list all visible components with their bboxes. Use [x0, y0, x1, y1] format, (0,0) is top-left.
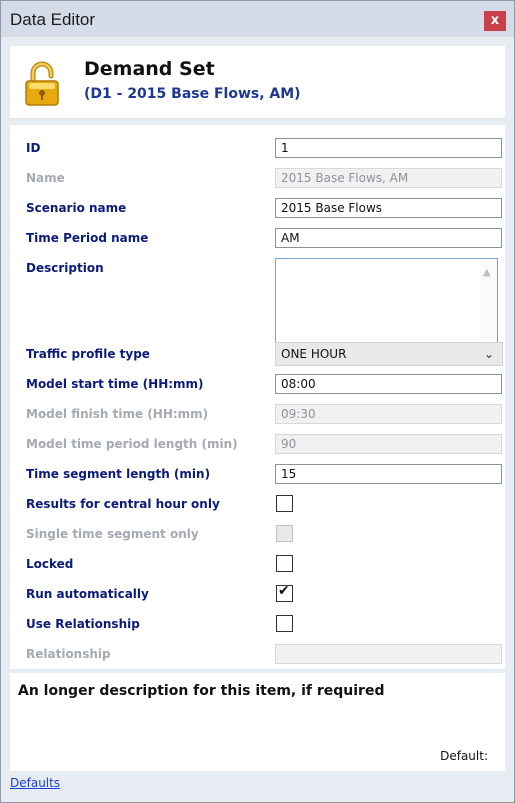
time-period-name-field[interactable]: AM — [275, 228, 502, 248]
model-start-time-field[interactable]: 08:00 — [275, 374, 502, 394]
window-title: Data Editor — [10, 10, 96, 29]
property-grid: ID 1 Name 2015 Base Flows, AM Scenario n… — [10, 125, 505, 669]
chevron-down-icon[interactable]: ⌄ — [484, 343, 494, 365]
id-label: ID — [26, 141, 41, 155]
time-segment-length-field[interactable]: 15 — [275, 464, 502, 484]
model-finish-time-field: 09:30 — [275, 404, 502, 424]
header-subtitle: (D1 - 2015 Base Flows, AM) — [84, 86, 301, 102]
use-relationship-label: Use Relationship — [26, 617, 140, 631]
relationship-field — [275, 644, 502, 664]
traffic-profile-type-value: ONE HOUR — [281, 347, 347, 361]
traffic-profile-type-label: Traffic profile type — [26, 347, 150, 361]
use-relationship-checkbox[interactable] — [276, 615, 293, 632]
model-start-time-label: Model start time (HH:mm) — [26, 377, 204, 391]
description-panel: An longer description for this item, if … — [10, 673, 505, 771]
model-finish-time-label: Model finish time (HH:mm) — [26, 407, 209, 421]
row-relationship: Relationship — [10, 639, 505, 669]
row-traffic-profile-type: Traffic profile type ONE HOUR ⌄ — [10, 339, 505, 369]
id-field[interactable]: 1 — [275, 138, 502, 158]
row-model-start-time: Model start time (HH:mm) 08:00 — [10, 369, 505, 399]
close-button[interactable]: x — [484, 11, 506, 31]
row-time-period-name: Time Period name AM — [10, 223, 505, 253]
row-time-segment-length: Time segment length (min) 15 — [10, 459, 505, 489]
description-label: Description — [26, 261, 104, 275]
row-single-time-segment: Single time segment only — [10, 519, 505, 549]
row-name: Name 2015 Base Flows, AM — [10, 163, 505, 193]
title-bar[interactable]: Data Editor x — [1, 1, 514, 37]
results-central-hour-label: Results for central hour only — [26, 497, 220, 511]
locked-checkbox[interactable] — [276, 555, 293, 572]
data-editor-window: Data Editor x Demand Set (D1 - 2015 Base… — [0, 0, 515, 803]
scenario-name-field[interactable]: 2015 Base Flows — [275, 198, 502, 218]
defaults-link[interactable]: Defaults — [10, 776, 60, 790]
header-title: Demand Set — [84, 58, 215, 80]
lock-icon — [25, 61, 59, 106]
description-panel-default: Default: — [440, 749, 488, 763]
single-time-segment-label: Single time segment only — [26, 527, 199, 541]
row-id: ID 1 — [10, 133, 505, 163]
relationship-label: Relationship — [26, 647, 111, 661]
row-locked: Locked — [10, 549, 505, 579]
name-field: 2015 Base Flows, AM — [275, 168, 502, 188]
run-automatically-checkbox[interactable]: ✔ — [276, 583, 293, 602]
checkmark-icon: ✔ — [278, 583, 290, 599]
row-results-central-hour: Results for central hour only — [10, 489, 505, 519]
model-time-period-length-label: Model time period length (min) — [26, 437, 238, 451]
row-scenario-name: Scenario name 2015 Base Flows — [10, 193, 505, 223]
scenario-name-label: Scenario name — [26, 201, 127, 215]
item-header: Demand Set (D1 - 2015 Base Flows, AM) — [10, 46, 505, 119]
time-segment-length-label: Time segment length (min) — [26, 467, 211, 481]
row-model-finish-time: Model finish time (HH:mm) 09:30 — [10, 399, 505, 429]
row-model-time-period-length: Model time period length (min) 90 — [10, 429, 505, 459]
model-time-period-length-field: 90 — [275, 434, 502, 454]
row-use-relationship: Use Relationship — [10, 609, 505, 639]
single-time-segment-checkbox — [276, 525, 293, 542]
locked-label: Locked — [26, 557, 74, 571]
scroll-up-icon[interactable]: ▲ — [483, 267, 491, 278]
traffic-profile-type-select[interactable]: ONE HOUR ⌄ — [275, 342, 503, 366]
name-label: Name — [26, 171, 65, 185]
row-run-automatically: Run automatically ✔ — [10, 579, 505, 609]
run-automatically-label: Run automatically — [26, 587, 149, 601]
results-central-hour-checkbox[interactable] — [276, 495, 293, 512]
description-panel-text: An longer description for this item, if … — [18, 683, 385, 699]
time-period-name-label: Time Period name — [26, 231, 149, 245]
